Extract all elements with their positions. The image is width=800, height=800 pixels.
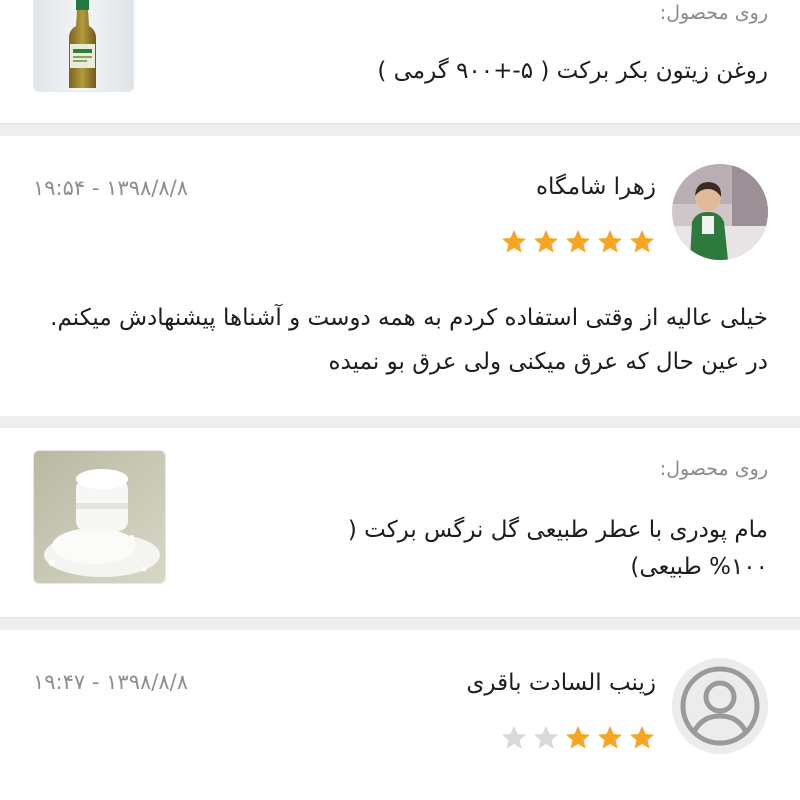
review-user-name: زینب السادت باقری: [466, 670, 656, 696]
review-date: ۱۳۹۸/۸/۸ - ۱۹:۴۷: [33, 670, 188, 694]
rating-stars: [500, 228, 656, 256]
star-empty-icon: [534, 726, 558, 749]
product-name[interactable]: روغن زیتون بکر برکت ( ۵-+۹۰۰ گرمی ): [377, 53, 768, 90]
rating-stars: [500, 724, 656, 752]
star-filled-icon: [630, 230, 654, 253]
review-card: زینب السادت باقری ۱۳۹۸/۸/۸ - ۱۹:۴۷: [0, 630, 800, 800]
avatar[interactable]: [672, 164, 768, 260]
star-empty-icon: [502, 726, 526, 749]
star-filled-icon: [566, 726, 590, 749]
star-filled-icon: [566, 230, 590, 253]
powder-deodorant-image: [34, 451, 165, 583]
user-photo-image: [672, 164, 768, 260]
reviews-feed: روی محصول: روغن زیتون بکر برکت ( ۵-+۹۰۰ …: [0, 0, 800, 800]
product-thumbnail[interactable]: [33, 0, 134, 92]
avatar[interactable]: [672, 658, 768, 754]
review-comment: خیلی عالیه از وقتی استفاده کردم به همه د…: [50, 305, 768, 375]
on-product-label: روی محصول:: [659, 458, 768, 480]
olive-oil-bottle-image: [34, 0, 133, 91]
star-filled-icon: [598, 726, 622, 749]
star-filled-icon: [630, 726, 654, 749]
star-filled-icon: [534, 230, 558, 253]
default-user-icon: [672, 658, 768, 754]
review-date: ۱۳۹۸/۸/۸ - ۱۹:۵۴: [33, 176, 188, 200]
review-user-name: زهرا شامگاه: [536, 174, 656, 200]
product-name[interactable]: مام پودری با عطر طبیعی گل نرگس برکت ( ۱۰…: [318, 512, 768, 586]
product-card-powder-deodorant[interactable]: روی محصول: مام پودری با عطر طبیعی گل نرگ…: [0, 428, 800, 618]
review-card: زهرا شامگاه ۱۳۹۸/۸/۸ - ۱۹:۵۴ خیلی عالیه …: [0, 136, 800, 416]
on-product-label: روی محصول:: [659, 2, 768, 24]
product-thumbnail[interactable]: [33, 450, 166, 584]
star-filled-icon: [502, 230, 526, 253]
star-filled-icon: [598, 230, 622, 253]
product-card-olive-oil[interactable]: روی محصول: روغن زیتون بکر برکت ( ۵-+۹۰۰ …: [0, 0, 800, 124]
